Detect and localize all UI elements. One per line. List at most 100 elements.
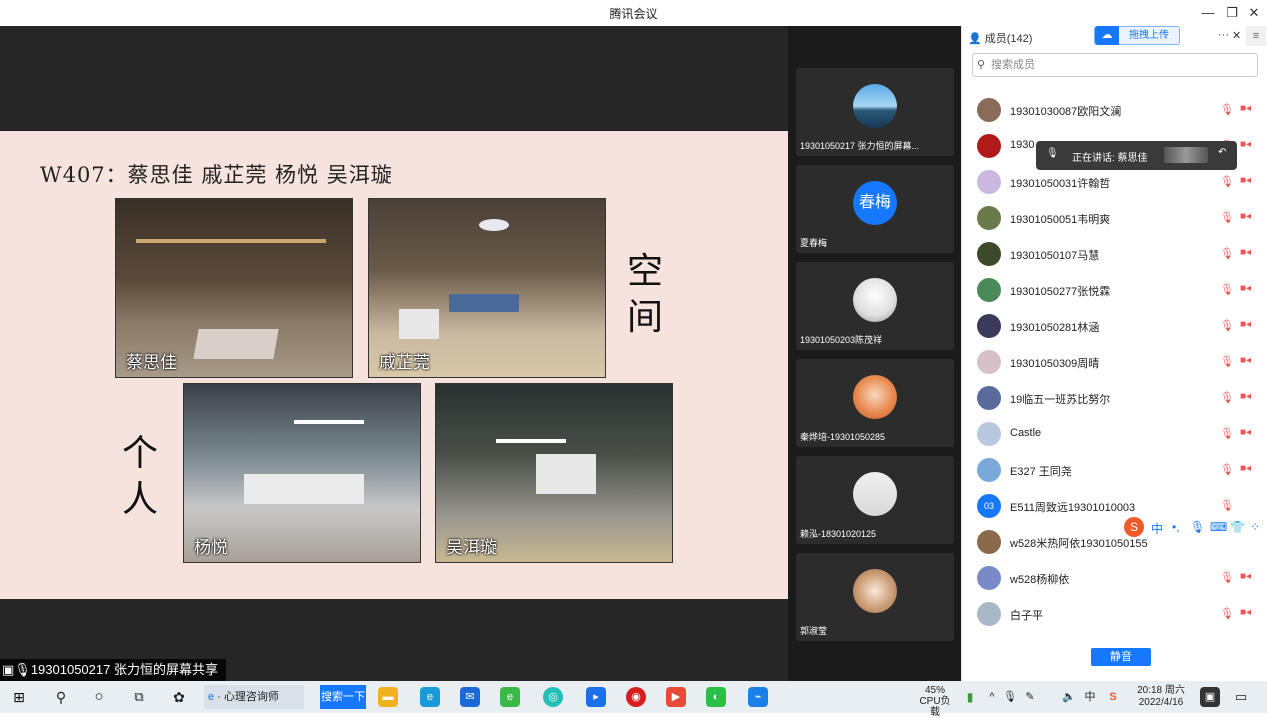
camera-off-icon: ■◂ — [1240, 319, 1252, 330]
member-row[interactable]: 19301030087欧阳文澜 🎙 ■◂ — [962, 92, 1267, 128]
tile-name: 赖泓-18301020125 — [800, 529, 877, 539]
vertical-label-personal: 个人 — [121, 433, 158, 520]
sogou-icon[interactable]: S — [1124, 517, 1144, 537]
app-icon[interactable]: ✿ — [168, 685, 190, 709]
avatar — [977, 350, 1001, 374]
avatar — [977, 98, 1001, 122]
minimize-icon[interactable]: — — [1198, 3, 1218, 23]
search-input[interactable]: ⚲ 搜索成员 — [972, 53, 1258, 77]
menu-icon[interactable]: ≡ — [1246, 26, 1266, 46]
tencent-meeting-icon[interactable]: ▸ — [586, 687, 606, 707]
search-icon[interactable]: ⚲ — [50, 685, 72, 709]
slide-title: W407：蔡思佳 戚芷莞 杨悦 吴洱璇 — [40, 163, 393, 187]
sogou-tray-icon[interactable]: S — [1104, 685, 1122, 709]
screen-share-area: W407：蔡思佳 戚芷莞 杨悦 吴洱璇 蔡思佳 戚芷莞 空间 个人 杨悦 吴洱璇… — [0, 26, 788, 681]
member-row[interactable]: 白子平 🎙 ■◂ — [962, 596, 1267, 632]
feishu-icon[interactable]: ⌁ — [748, 687, 768, 707]
edge-icon[interactable]: e — [420, 687, 440, 707]
video-tiles: 19301050217 张力恒的屏幕... 春梅 夏春梅 19301050203… — [788, 26, 961, 681]
blurred-region — [1164, 147, 1208, 163]
battery-icon[interactable]: ▮ — [962, 685, 978, 709]
member-row[interactable]: 19301050107马慧 🎙 ■◂ — [962, 236, 1267, 272]
voice-icon[interactable]: 🎙 — [1190, 520, 1205, 534]
avatar: 03 — [977, 494, 1001, 518]
search-button[interactable]: 搜索一下 — [320, 685, 366, 709]
video-tile[interactable]: 19301050203陈茂祥 — [796, 262, 954, 350]
tile-name: 19301050217 张力恒的屏幕... — [800, 141, 920, 151]
member-row[interactable]: Castle 🎙 ■◂ — [962, 416, 1267, 452]
photo-desk-1: 蔡思佳 — [115, 198, 353, 378]
mic-muted-icon: 🎙 — [1220, 572, 1234, 584]
video-tile[interactable]: 春梅 夏春梅 — [796, 165, 954, 253]
ime-toolbar: S 中 •, 🎙 ⌨ 👕 ⁘ — [1122, 517, 1267, 539]
camera-off-icon: ■◂ — [1240, 463, 1252, 474]
browser-tab[interactable]: e · 心理咨询师 — [204, 685, 304, 709]
avatar — [977, 314, 1001, 338]
photo-caption: 蔡思佳 — [126, 353, 177, 372]
mic-muted-icon: 🎙 — [1220, 356, 1234, 368]
tile-name: 夏春梅 — [800, 238, 828, 248]
task-view-icon[interactable]: ⧉ — [128, 685, 150, 709]
notification-badge-icon[interactable]: ▣ — [1200, 687, 1220, 707]
video-tile[interactable]: 19301050217 张力恒的屏幕... — [796, 68, 954, 156]
volume-icon[interactable]: 🔈 — [1060, 685, 1078, 709]
netease-music-icon[interactable]: ◉ — [626, 687, 646, 707]
upload-button[interactable]: ☁ 拖拽上传 — [1094, 26, 1180, 45]
toolbox-icon[interactable]: ⁘ — [1250, 520, 1260, 534]
member-row[interactable]: 19临五一班苏比努尔 🎙 ■◂ — [962, 380, 1267, 416]
chevron-up-icon[interactable]: ^ — [984, 685, 1000, 709]
keyboard-icon[interactable]: ⌨ — [1210, 520, 1227, 534]
photo-desk-3: 杨悦 — [183, 383, 421, 563]
video-tile[interactable]: 郭淑莹 — [796, 553, 954, 641]
avatar: 春梅 — [853, 181, 897, 225]
avatar — [853, 472, 897, 516]
close-icon[interactable]: ✕ — [1244, 3, 1264, 23]
green-app-icon[interactable]: ◎ — [543, 687, 563, 707]
file-explorer-icon[interactable]: ▬ — [378, 687, 398, 707]
clock[interactable]: 20:18 周六 2022/4/16 — [1130, 685, 1192, 709]
ie-browser-icon[interactable]: e — [500, 687, 520, 707]
avatar — [977, 530, 1001, 554]
tile-name: 郭淑莹 — [800, 626, 828, 636]
mute-all-button[interactable]: 静音 — [1091, 648, 1151, 666]
video-player-icon[interactable]: ▶ — [666, 687, 686, 707]
mic-muted-icon: 🎙 — [1220, 500, 1234, 512]
ime-cn-indicator[interactable]: 中 — [1082, 685, 1098, 709]
reply-icon[interactable]: ↶ — [1218, 147, 1226, 158]
action-center-icon[interactable]: ▭ — [1232, 685, 1250, 709]
wechat-icon[interactable]: ◐ — [706, 687, 726, 707]
avatar — [977, 602, 1001, 626]
ie-icon: e — [208, 691, 215, 703]
member-row[interactable]: 19301050051韦明爽 🎙 ■◂ — [962, 200, 1267, 236]
mic-muted-icon: 🎙 — [1220, 248, 1234, 260]
avatar — [977, 170, 1001, 194]
cpu-meter: 45% CPU负载 — [919, 685, 951, 718]
skin-icon[interactable]: 👕 — [1230, 520, 1245, 534]
mic-icon: 🎙 — [14, 662, 31, 677]
avatar — [977, 134, 1001, 158]
member-row[interactable]: E327 王同尧 🎙 ■◂ — [962, 452, 1267, 488]
member-row[interactable]: w528杨柳依 🎙 ■◂ — [962, 560, 1267, 596]
search-icon: ⚲ — [977, 59, 986, 71]
video-tile[interactable]: 秦烨培-19301050285 — [796, 359, 954, 447]
share-screen-icon: ▣ — [2, 662, 15, 677]
more-icon[interactable]: ··· — [1218, 29, 1229, 41]
video-tile[interactable]: 赖泓-18301020125 — [796, 456, 954, 544]
punctuation-icon[interactable]: •, — [1172, 520, 1180, 534]
mic-tray-icon[interactable]: 🎙 — [1002, 685, 1018, 709]
cortana-icon[interactable]: ○ — [88, 685, 110, 709]
restore-icon[interactable]: ❐ — [1222, 3, 1242, 23]
avatar — [977, 458, 1001, 482]
windows-start-icon[interactable]: ⊞ — [8, 685, 30, 709]
pen-icon[interactable]: ✎ — [1022, 685, 1038, 709]
close-panel-icon[interactable]: ✕ — [1232, 29, 1241, 42]
member-row[interactable]: 19301050309周晴 🎙 ■◂ — [962, 344, 1267, 380]
panel-header: 👤 成员(142) ☁ 拖拽上传 ··· ✕ ≡ — [962, 26, 1267, 48]
camera-off-icon: ■◂ — [1240, 283, 1252, 294]
shared-slide: W407：蔡思佳 戚芷莞 杨悦 吴洱璇 蔡思佳 戚芷莞 空间 个人 杨悦 吴洱璇 — [0, 131, 788, 599]
camera-off-icon: ■◂ — [1240, 355, 1252, 366]
camera-off-icon: ■◂ — [1240, 211, 1252, 222]
member-row[interactable]: 19301050281林涵 🎙 ■◂ — [962, 308, 1267, 344]
mail-icon[interactable]: ✉ — [460, 687, 480, 707]
member-row[interactable]: 19301050277张悦霖 🎙 ■◂ — [962, 272, 1267, 308]
